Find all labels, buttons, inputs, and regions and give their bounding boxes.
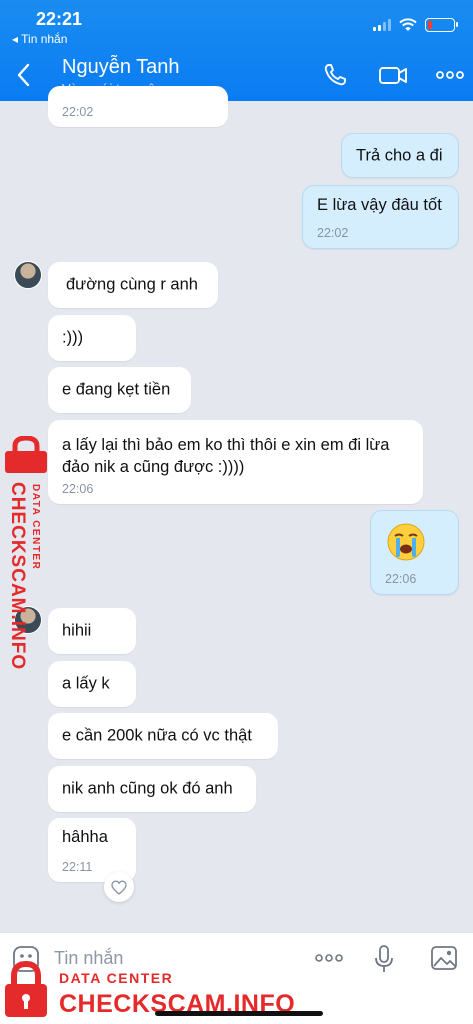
more-options-icon[interactable]: [435, 62, 465, 88]
contact-name[interactable]: Nguyễn Tanh: [62, 56, 180, 79]
more-actions-icon[interactable]: [314, 951, 344, 965]
image-gallery-icon[interactable]: [430, 945, 458, 971]
watermark-brand: CHECKSCAM.INFO: [7, 482, 28, 671]
phone-call-icon[interactable]: [322, 62, 350, 88]
message-time: 22:02: [317, 226, 349, 240]
video-call-icon[interactable]: [378, 62, 408, 88]
message-text: e đang kẹt tiền: [62, 380, 171, 399]
message-bubble[interactable]: e cần 200k nữa có vc thật: [48, 713, 278, 759]
message-time: 22:11: [62, 860, 93, 874]
react-heart-button[interactable]: [104, 872, 134, 902]
message-text: a lấy lại thì bảo em ko thì thôi e xin e…: [62, 436, 390, 476]
message-text: đường cùng r anh: [66, 275, 198, 294]
home-indicator: [155, 1011, 323, 1016]
message-bubble[interactable]: nik anh cũng ok đó anh: [48, 766, 256, 812]
heart-icon: [111, 879, 127, 895]
watermark-tagline: DATA CENTER: [30, 484, 41, 571]
message-time: 22:02: [62, 105, 94, 119]
message-text: e cần 200k nữa có vc thật: [62, 726, 252, 745]
watermark-lock-icon: [5, 960, 47, 1017]
message-input[interactable]: Tin nhắn: [54, 948, 123, 969]
microphone-icon[interactable]: [373, 944, 395, 974]
message-bubble[interactable]: e đang kẹt tiền: [48, 367, 191, 413]
message-text: nik anh cũng ok đó anh: [62, 779, 233, 798]
message-text: a lấy k: [62, 674, 110, 693]
cellular-signal-icon: [373, 19, 391, 31]
contact-avatar[interactable]: [14, 261, 42, 289]
message-bubble[interactable]: 22:02: [48, 86, 228, 127]
battery-icon: [425, 18, 458, 32]
status-icons: [373, 18, 458, 32]
message-bubble[interactable]: đường cùng r anh: [48, 262, 218, 308]
message-text: E lừa vậy đâu tốt: [317, 196, 442, 214]
watermark-lock-icon: [5, 436, 47, 473]
back-to-app-link[interactable]: ◂ Tin nhắn: [12, 32, 67, 46]
message-bubble[interactable]: Trả cho a đi: [341, 133, 459, 178]
watermark-tagline: DATA CENTER: [59, 970, 174, 986]
crying-emoji-sticker: [386, 522, 426, 562]
message-text: :))): [62, 328, 84, 347]
message-bubble[interactable]: hihii: [48, 608, 136, 654]
message-text: Trả cho a đi: [356, 146, 443, 164]
message-bubble[interactable]: :))): [48, 315, 136, 361]
message-bubble[interactable]: 😭 22:06: [370, 510, 459, 595]
message-text: hâhha: [62, 828, 108, 846]
wifi-icon: [399, 18, 417, 31]
back-arrow-icon[interactable]: [14, 62, 34, 88]
message-bubble[interactable]: a lấy lại thì bảo em ko thì thôi e xin e…: [48, 420, 423, 504]
message-text: hihii: [62, 621, 92, 640]
status-time: 22:21: [36, 9, 83, 29]
message-time: 22:06: [385, 572, 417, 586]
message-bubble[interactable]: a lấy k: [48, 661, 136, 707]
message-time: 22:06: [62, 482, 94, 496]
message-bubble[interactable]: E lừa vậy đâu tốt 22:02: [302, 185, 459, 249]
